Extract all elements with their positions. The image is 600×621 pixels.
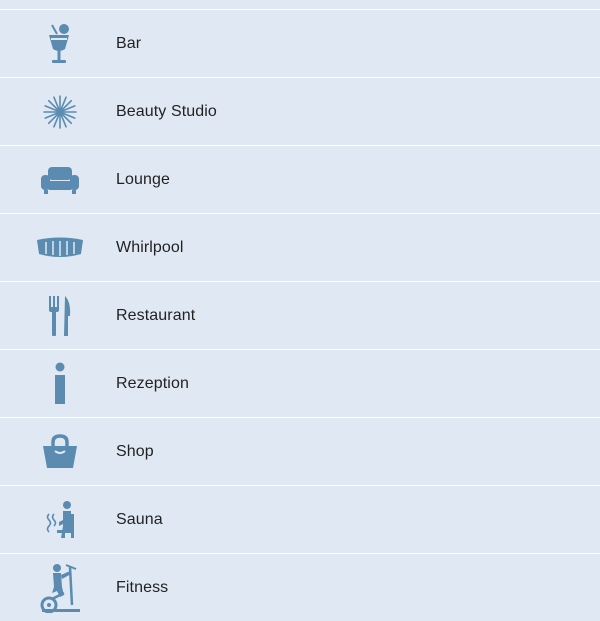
sauna-person-icon <box>20 486 100 553</box>
amenity-item-whirlpool[interactable]: Whirlpool <box>0 214 600 282</box>
amenities-list: Bar Beauty Studio Lounge Whirlpool Resta… <box>0 9 600 621</box>
amenity-label: Rezeption <box>116 374 189 392</box>
amenity-label: Fitness <box>116 578 169 596</box>
exercise-bike-icon <box>20 554 100 621</box>
amenity-label: Whirlpool <box>116 238 184 256</box>
amenity-item-fitness[interactable]: Fitness <box>0 554 600 621</box>
hot-tub-icon <box>20 214 100 281</box>
info-icon <box>20 350 100 417</box>
amenity-item-restaurant[interactable]: Restaurant <box>0 282 600 350</box>
amenity-label: Bar <box>116 34 142 52</box>
amenity-item-sauna[interactable]: Sauna <box>0 486 600 554</box>
fork-knife-icon <box>20 282 100 349</box>
amenity-label: Shop <box>116 442 154 460</box>
amenity-item-lounge[interactable]: Lounge <box>0 146 600 214</box>
armchair-icon <box>20 146 100 213</box>
amenity-item-beauty-studio[interactable]: Beauty Studio <box>0 78 600 146</box>
shopping-bag-icon <box>20 418 100 485</box>
amenity-item-shop[interactable]: Shop <box>0 418 600 486</box>
amenity-item-bar[interactable]: Bar <box>0 10 600 78</box>
starburst-icon <box>20 78 100 145</box>
amenity-label: Lounge <box>116 170 170 188</box>
cocktail-icon <box>20 10 100 77</box>
amenity-item-rezeption[interactable]: Rezeption <box>0 350 600 418</box>
amenity-label: Restaurant <box>116 306 196 324</box>
amenity-label: Sauna <box>116 510 163 528</box>
amenity-label: Beauty Studio <box>116 102 217 120</box>
